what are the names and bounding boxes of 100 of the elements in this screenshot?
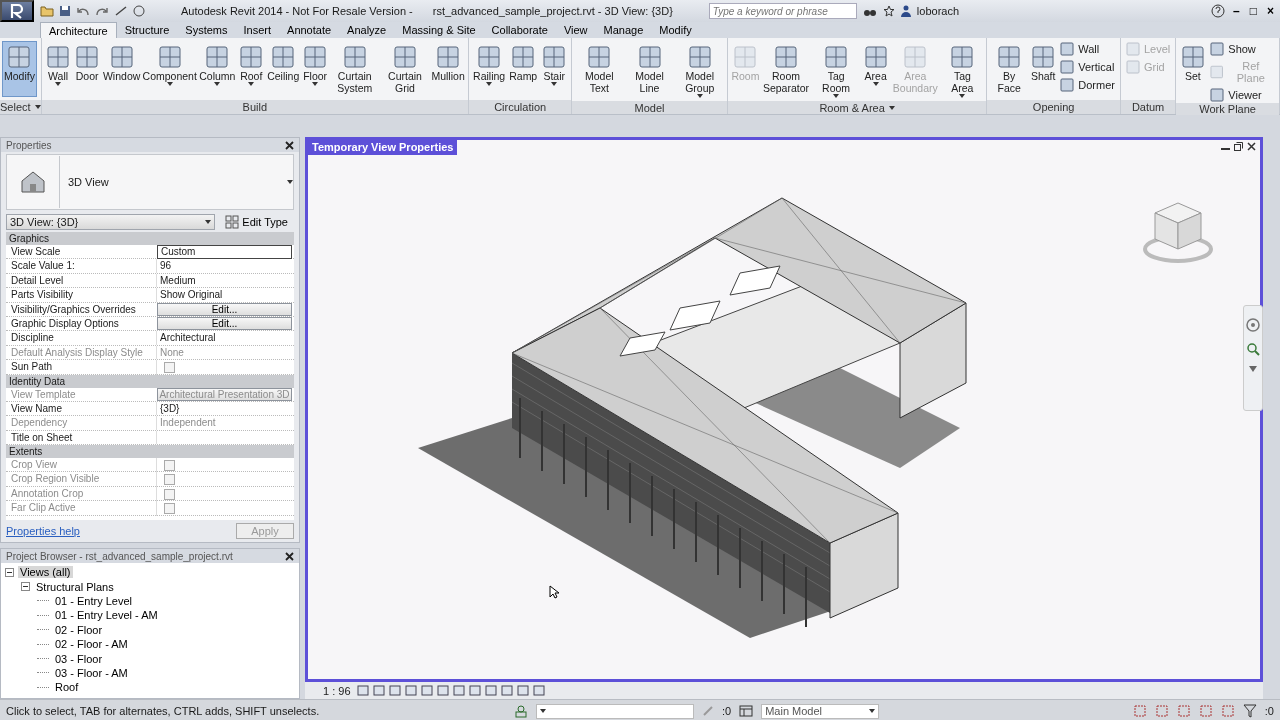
table-icon[interactable] (739, 705, 754, 717)
ribbon-tab[interactable]: Insert (235, 22, 280, 38)
user-name[interactable]: loborach (916, 5, 960, 17)
ribbon-tool-button[interactable]: Model Line (624, 41, 675, 97)
ribbon-tool-button[interactable]: Roof (236, 41, 266, 89)
ribbon-tool-button[interactable]: Column (197, 41, 237, 89)
folder-icon[interactable] (40, 5, 54, 17)
star-icon[interactable] (882, 5, 895, 17)
view-control-icon[interactable] (388, 685, 401, 696)
view-scale[interactable]: 1 : 96 (323, 684, 351, 697)
ribbon-tool-button[interactable]: Mullion (430, 41, 467, 85)
caret-icon[interactable] (1249, 366, 1257, 372)
ribbon-tab[interactable]: Collaborate (483, 22, 556, 38)
ribbon-tool-button[interactable]: Tag Room (811, 41, 862, 101)
ribbon-tab[interactable]: Massing & Site (394, 22, 484, 38)
ribbon-tool-button[interactable]: By Face (989, 41, 1030, 97)
tree-item[interactable]: Views (all) (18, 566, 73, 579)
redo-arrow-icon[interactable] (95, 5, 109, 17)
ribbon-tool-button[interactable]: Dormer (1057, 77, 1118, 93)
checkbox[interactable] (164, 362, 175, 374)
panel-menu-button[interactable]: Select (0, 100, 41, 114)
design-option-dropdown[interactable]: Main Model (761, 703, 880, 719)
tree-item[interactable]: 02 - Floor (53, 623, 105, 636)
property-value-field[interactable]: Custom (157, 245, 292, 259)
panel-menu-button[interactable]: Room & Area (727, 101, 987, 114)
tree-item[interactable]: 01 - Entry Level - AM (53, 609, 160, 622)
ribbon-tool-button[interactable]: Component (141, 41, 198, 89)
edit-type-button[interactable]: Edit Type (219, 214, 294, 230)
ribbon-tab[interactable]: Architecture (40, 22, 117, 38)
sphere-icon[interactable] (133, 5, 145, 17)
ribbon-tool-button[interactable]: Wall (1057, 41, 1118, 57)
tree-item[interactable]: 01 - Entry Level (53, 594, 135, 607)
search-field[interactable]: Type a keyword or phrase (708, 3, 857, 19)
ribbon-tool-button[interactable]: Tag Area (940, 41, 985, 101)
filter-icon[interactable] (1242, 704, 1257, 718)
ribbon-tool-button[interactable]: Set (1178, 41, 1208, 85)
ribbon-tool-button[interactable]: Floor (300, 41, 330, 89)
view-control-icon[interactable] (420, 685, 433, 696)
application-menu-button[interactable] (0, 0, 34, 22)
close-icon[interactable] (285, 140, 294, 150)
type-selector[interactable]: 3D View (6, 154, 294, 210)
ribbon-tool-button[interactable]: Model Text (574, 41, 625, 97)
ribbon-tool-button[interactable]: Curtain Grid (379, 41, 431, 97)
save-icon[interactable] (59, 5, 71, 17)
view-control-icon[interactable] (532, 685, 545, 696)
ribbon-tool-button[interactable]: Area (861, 41, 891, 89)
ribbon-tab[interactable]: Structure (116, 22, 178, 38)
ribbon-tab[interactable]: View (555, 22, 596, 38)
view-control-icon[interactable] (372, 685, 385, 696)
ribbon-tool-button[interactable]: Viewer (1207, 87, 1277, 103)
help-icon[interactable] (1211, 4, 1226, 18)
view-control-icon[interactable] (484, 685, 497, 696)
group-header[interactable]: Graphics (6, 232, 294, 245)
close-icon[interactable] (1247, 142, 1256, 151)
close-icon[interactable] (285, 551, 294, 561)
view-control-icon[interactable] (436, 685, 449, 696)
ribbon-tool-button[interactable]: Stair (539, 41, 570, 89)
restore-icon[interactable] (1234, 142, 1243, 151)
ribbon-tool-button[interactable]: Window (101, 41, 142, 85)
undo-arrow-icon[interactable] (76, 5, 90, 17)
view-control-icon[interactable] (500, 685, 513, 696)
ribbon-tool-button[interactable]: Model Group (674, 41, 725, 101)
ribbon-tool-button[interactable]: Room Separator (760, 41, 812, 97)
group-header[interactable]: Identity Data (6, 374, 294, 388)
ribbon-tool-button[interactable]: Door (72, 41, 102, 85)
ribbon-tool-button[interactable]: Modify (2, 41, 37, 97)
expand-toggle[interactable] (21, 582, 30, 592)
ribbon-tool-button[interactable]: Ramp (507, 41, 540, 85)
ribbon-tool-button[interactable]: Ceiling (265, 41, 301, 85)
ribbon-tool-button[interactable]: Wall (43, 41, 73, 89)
ribbon-tool-button[interactable]: Show (1207, 41, 1277, 57)
expand-toggle[interactable] (5, 567, 14, 577)
ribbon-tab[interactable]: Annotate (279, 22, 340, 38)
view-control-icon[interactable] (452, 685, 465, 696)
minus-icon (23, 584, 28, 590)
window-control-button[interactable]: × (1265, 4, 1276, 18)
ribbon-tab[interactable]: Analyze (339, 22, 395, 38)
window-control-button[interactable]: – (1231, 4, 1242, 18)
zoom-icon[interactable] (1246, 342, 1260, 356)
view-control-icon[interactable] (356, 685, 369, 696)
tree-item[interactable]: Structural Plans (34, 580, 116, 593)
tree-item[interactable]: 02 - Floor - AM (53, 638, 130, 651)
tree-item[interactable]: 03 - Floor (53, 652, 105, 665)
group-header[interactable]: Extents (6, 445, 294, 459)
ribbon-tab[interactable]: Systems (177, 22, 236, 38)
help-link[interactable]: Properties help (6, 525, 80, 537)
instance-dropdown[interactable]: 3D View: {3D} (6, 214, 216, 230)
ribbon-tab[interactable]: Manage (595, 22, 652, 38)
steering-wheel-icon[interactable] (1246, 318, 1260, 332)
view-control-icon[interactable] (404, 685, 417, 696)
ribbon-tool-button[interactable]: Shaft (1029, 41, 1058, 85)
view-control-icon[interactable] (516, 685, 529, 696)
tree-item[interactable]: Roof (53, 681, 81, 694)
ribbon-tab[interactable]: Modify (651, 22, 700, 38)
ribbon-tool-button[interactable]: Railing (471, 41, 508, 89)
view-control-icon[interactable] (468, 685, 481, 696)
ribbon-tool-button[interactable]: Vertical (1057, 59, 1118, 75)
ribbon-tool-button[interactable]: Curtain System (329, 41, 380, 97)
window-control-button[interactable]: □ (1247, 4, 1259, 18)
tree-item[interactable]: 03 - Floor - AM (53, 666, 130, 679)
